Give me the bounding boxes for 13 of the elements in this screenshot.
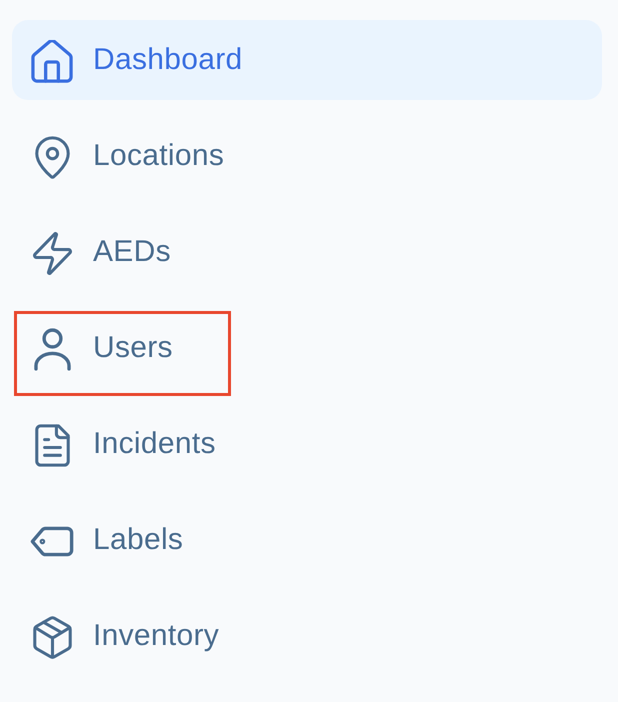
package-icon: [32, 616, 72, 658]
nav-item[interactable]: Incidents: [12, 404, 602, 484]
nav-item[interactable]: Inventory: [12, 596, 602, 676]
nav-item[interactable]: AEDs: [12, 212, 602, 292]
nav-item[interactable]: Users: [12, 308, 602, 388]
lightning-bolt-icon: [32, 232, 72, 274]
nav-item[interactable]: Locations: [12, 116, 602, 196]
nav-item[interactable]: Labels: [12, 500, 602, 580]
user-icon: [34, 328, 70, 370]
nav-item[interactable]: Dashboard: [12, 20, 602, 100]
document-icon: [34, 424, 70, 466]
house-icon: [31, 40, 73, 82]
map-pin-icon: [34, 136, 70, 178]
